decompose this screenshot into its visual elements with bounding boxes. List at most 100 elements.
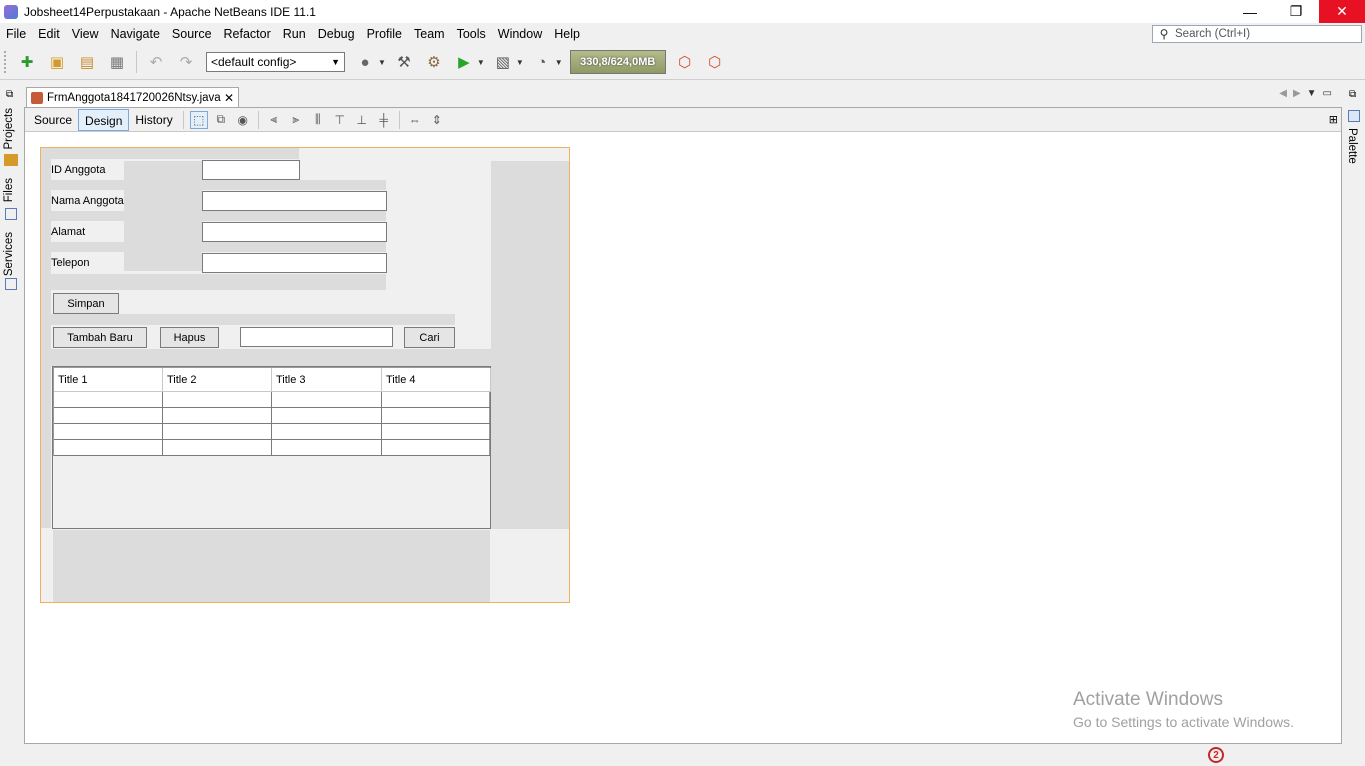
hapus-button[interactable]: Hapus (160, 327, 219, 348)
projects-tab[interactable]: Projects (3, 108, 15, 150)
scroll-right-icon[interactable]: ▶ (1293, 88, 1301, 99)
horizontal-resize-icon[interactable]: ⇔ (406, 111, 424, 129)
align-bottom-icon[interactable]: ⊥ (353, 111, 371, 129)
redo-icon[interactable]: ↷ (175, 51, 197, 73)
chevron-down-icon[interactable]: ▼ (378, 58, 386, 67)
menu-view[interactable]: View (66, 23, 105, 45)
menu-source[interactable]: Source (166, 23, 218, 45)
browser-globe-icon[interactable]: ● (354, 51, 376, 73)
maximize-button[interactable]: ❐ (1273, 0, 1319, 23)
save-all-icon[interactable]: ▦ (106, 51, 128, 73)
telepon-field[interactable] (202, 253, 387, 273)
align-left-icon[interactable]: ⫷ (265, 111, 283, 129)
table-column-divider (162, 392, 163, 456)
editor-pane: Source Design History ⬚ ⧉ ◉ ⫷ ⫸ ⫼ ⊤ ⊥ ╪ … (24, 107, 1342, 744)
table-row[interactable] (54, 424, 491, 440)
config-select[interactable]: <default config> ▼ (206, 52, 345, 72)
clean-build-icon[interactable]: ⚙ (423, 51, 445, 73)
menu-refactor[interactable]: Refactor (218, 23, 277, 45)
tab-design[interactable]: Design (78, 108, 130, 131)
window-title: Jobsheet14Perpustakaan - Apache NetBeans… (24, 4, 316, 19)
chevron-down-icon[interactable]: ▼ (516, 58, 524, 67)
tab-source[interactable]: Source (28, 109, 78, 131)
chevron-down-icon[interactable]: ▼ (555, 58, 563, 67)
build-hammer-icon[interactable]: ⚒ (393, 51, 415, 73)
table-column-divider (271, 392, 272, 456)
new-project-icon[interactable]: ▣ (46, 51, 68, 73)
netbeans-app-icon (4, 4, 18, 19)
right-sidebar: ⧉ Palette (1343, 86, 1365, 766)
data-table[interactable]: Title 1 Title 2 Title 3 Title 4 (53, 367, 491, 456)
menu-debug[interactable]: Debug (312, 23, 361, 45)
menu-run[interactable]: Run (277, 23, 312, 45)
debug-icon[interactable]: ▧ (492, 51, 514, 73)
chevron-down-icon[interactable]: ▼ (477, 58, 485, 67)
toolbar-grip (4, 51, 8, 73)
search-input[interactable]: ⚲ Search (Ctrl+I) (1152, 25, 1362, 43)
id-anggota-field[interactable] (202, 160, 300, 180)
services-tab[interactable]: Services (3, 232, 15, 276)
table-header-2[interactable]: Title 2 (163, 368, 272, 392)
layout-gap (51, 180, 386, 190)
menu-window[interactable]: Window (492, 23, 548, 45)
title-bar: Jobsheet14Perpustakaan - Apache NetBeans… (0, 0, 1365, 23)
projects-icon (4, 154, 18, 166)
table-header-4[interactable]: Title 4 (382, 368, 491, 392)
menu-edit[interactable]: Edit (32, 23, 66, 45)
close-button[interactable]: ✕ (1319, 0, 1365, 23)
restore-window-icon[interactable]: ⧉ (1349, 89, 1356, 100)
center-vertical-icon[interactable]: ╪ (375, 111, 393, 129)
menu-navigate[interactable]: Navigate (105, 23, 166, 45)
menu-team[interactable]: Team (408, 23, 451, 45)
preview-design-icon[interactable]: ◉ (234, 111, 252, 129)
gc-icon[interactable]: ⬡ (674, 51, 696, 73)
nama-anggota-field[interactable] (202, 191, 387, 211)
editor-options-icon[interactable]: ⊞ (1329, 113, 1338, 126)
status-bar: 2 (0, 744, 1365, 766)
selection-mode-icon[interactable]: ⬚ (189, 110, 208, 129)
table-row[interactable] (54, 440, 491, 456)
new-file-icon[interactable]: ✚ (16, 51, 38, 73)
maximize-editor-icon[interactable]: ▭ (1323, 88, 1332, 99)
connection-mode-icon[interactable]: ⧉ (212, 111, 230, 129)
form-designer[interactable]: ID Anggota Nama Anggota Alamat Telepon S… (40, 147, 570, 603)
notifications-badge[interactable]: 2 (1208, 747, 1224, 763)
align-top-icon[interactable]: ⊤ (331, 111, 349, 129)
layout-gap (51, 211, 386, 221)
close-icon[interactable]: ✕ (224, 91, 234, 105)
tab-list-icon[interactable]: ▼ (1307, 88, 1317, 99)
tab-history[interactable]: History (129, 109, 178, 131)
alamat-field[interactable] (202, 222, 387, 242)
menu-profile[interactable]: Profile (361, 23, 408, 45)
layout-gap (51, 242, 386, 252)
menu-help[interactable]: Help (548, 23, 586, 45)
memory-indicator[interactable]: 330,8/624,0MB (569, 50, 666, 74)
table-row[interactable] (54, 392, 491, 408)
simpan-button[interactable]: Simpan (53, 293, 119, 314)
file-tab[interactable]: FrmAnggota1841720026Ntsy.java ✕ (26, 87, 239, 107)
files-tab[interactable]: Files (3, 178, 15, 202)
align-right-icon[interactable]: ⫸ (287, 111, 305, 129)
tambah-baru-button[interactable]: Tambah Baru (53, 327, 147, 348)
profile-ide-icon[interactable]: ⬡ (704, 51, 726, 73)
cari-button[interactable]: Cari (404, 327, 455, 348)
menu-file[interactable]: File (0, 23, 32, 45)
scroll-left-icon[interactable]: ◀ (1279, 88, 1287, 99)
search-field[interactable] (240, 327, 393, 347)
table-row[interactable] (54, 408, 491, 424)
profile-icon[interactable]: ◔ (531, 51, 553, 73)
menu-tools[interactable]: Tools (451, 23, 492, 45)
vertical-resize-icon[interactable]: ⇕ (428, 111, 446, 129)
undo-icon[interactable]: ↶ (145, 51, 167, 73)
activate-windows-subtitle: Go to Settings to activate Windows. (1073, 714, 1294, 730)
table-header-3[interactable]: Title 3 (272, 368, 382, 392)
palette-tab[interactable]: Palette (1346, 128, 1358, 164)
run-icon[interactable]: ▶ (453, 51, 475, 73)
table-header-1[interactable]: Title 1 (54, 368, 163, 392)
center-horizontal-icon[interactable]: ⫼ (309, 111, 327, 129)
restore-window-icon[interactable]: ⧉ (6, 89, 13, 100)
open-project-icon[interactable]: ▤ (76, 51, 98, 73)
layout-gap (51, 349, 491, 366)
minimize-button[interactable]: — (1227, 0, 1273, 23)
services-icon (5, 278, 17, 290)
